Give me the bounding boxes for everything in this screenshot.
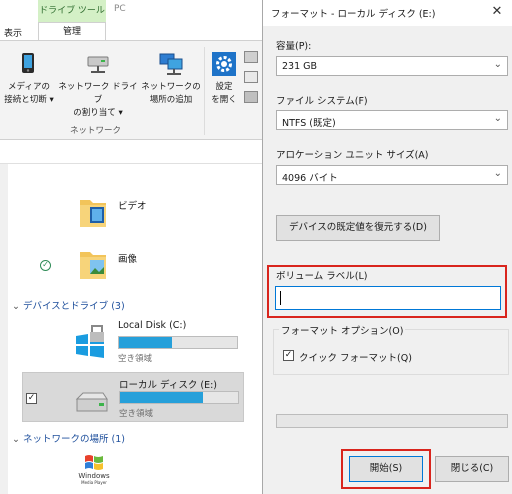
windows-drive-icon — [72, 322, 110, 362]
volume-label-label: ボリューム ラベル(L) — [276, 271, 368, 282]
format-progress-bar — [276, 414, 508, 428]
ribbon: メディアの 接続と切断 ▾ ネットワーク ドライブ の割り当て ▾ ネットワーク… — [0, 40, 262, 140]
system-properties-icon[interactable] — [244, 71, 258, 83]
network-section-label: ネットワークの場所 (1) — [22, 434, 125, 445]
filesystem-label: ファイル システム(F) — [276, 96, 368, 107]
drive-usage-fill-e — [120, 392, 203, 403]
tab-manage[interactable]: 管理 — [38, 22, 106, 41]
pictures-folder-icon — [78, 246, 108, 279]
chevron-down-icon: ⌄ — [493, 59, 502, 70]
volume-label-input[interactable] — [275, 286, 501, 310]
drive-usage-bar-c — [118, 336, 238, 349]
media-player-logo-line1: Windows — [78, 472, 110, 480]
start-button[interactable]: 開始(S) — [349, 456, 423, 482]
drive-select-checkbox[interactable]: ✓ — [26, 393, 37, 404]
open-settings-label: 設定 を開く — [211, 82, 237, 105]
allocation-value: 4096 バイト — [282, 173, 338, 184]
dialog-title: フォーマット - ローカル ディスク (E:) — [271, 9, 436, 20]
map-network-drive-button[interactable]: ネットワーク ドライブ の割り当て ▾ — [56, 51, 140, 120]
hard-drive-icon — [73, 387, 111, 417]
drive-usage-bar-e — [119, 391, 239, 404]
format-options-title: フォーマット オプション(O) — [279, 323, 406, 337]
drive-item-c[interactable]: Local Disk (C:) 空き領域 — [22, 318, 244, 368]
text-caret — [280, 291, 281, 305]
capacity-label: 容量(P): — [276, 41, 312, 52]
add-network-location-button[interactable]: ネットワークの 場所の追加 — [138, 51, 204, 107]
drive-free-label-e: 空き領域 — [119, 409, 154, 419]
dialog-titlebar: フォーマット - ローカル ディスク (E:) ✕ — [263, 0, 512, 26]
chevron-down-icon: ⌄ — [12, 434, 20, 445]
chevron-down-icon: ⌄ — [493, 113, 502, 124]
tab-view[interactable]: 表示 — [4, 26, 22, 39]
folder-name-pictures[interactable]: 画像 — [118, 251, 137, 265]
drive-name-e: ローカル ディスク (E:) — [119, 380, 217, 391]
manage-icon[interactable] — [244, 91, 258, 103]
video-folder-icon — [78, 194, 108, 227]
media-player-item[interactable]: Windows Media Player — [74, 452, 114, 492]
drive-item-e[interactable]: ✓ ローカル ディスク (E:) 空き領域 — [22, 372, 244, 422]
open-settings-button[interactable]: 設定 を開く — [206, 51, 242, 107]
navigation-pane — [0, 164, 8, 494]
add-network-location-label: ネットワークの 場所の追加 — [141, 82, 201, 105]
folder-name-video[interactable]: ビデオ — [118, 198, 147, 212]
restore-defaults-button[interactable]: デバイスの既定値を復元する(D) — [276, 215, 440, 241]
media-device-icon — [16, 51, 42, 77]
address-bar[interactable] — [0, 140, 262, 164]
ribbon-group-label: ネットワーク — [70, 126, 122, 136]
network-location-icon — [158, 51, 184, 77]
drive-tools-context-tab[interactable]: ドライブ ツール — [38, 0, 106, 22]
ribbon-separator — [204, 47, 205, 135]
chevron-down-icon: ⌄ — [493, 168, 502, 179]
devices-section-label: デバイスとドライブ (3) — [22, 301, 125, 312]
network-drive-icon — [85, 51, 111, 77]
close-button[interactable]: 閉じる(C) — [435, 456, 509, 482]
filesystem-value: NTFS (既定) — [282, 118, 336, 129]
network-section-header[interactable]: ⌄ ネットワークの場所 (1) — [12, 431, 125, 445]
quick-format-label: クイック フォーマット(Q) — [299, 353, 412, 364]
tab-pc[interactable]: PC — [114, 4, 126, 14]
chevron-down-icon: ⌄ — [12, 301, 20, 312]
ribbon-tab-row: ドライブ ツール PC 表示 管理 — [0, 0, 262, 41]
file-explorer-window: ドライブ ツール PC 表示 管理 メディアの 接続と切断 ▾ ネットワーク ド… — [0, 0, 262, 494]
format-dialog: フォーマット - ローカル ディスク (E:) ✕ 容量(P): 231 GB … — [262, 0, 512, 494]
capacity-value: 231 GB — [282, 61, 318, 72]
capacity-dropdown[interactable]: 231 GB ⌄ — [276, 56, 508, 76]
uninstall-icon[interactable] — [244, 51, 258, 63]
drive-free-label-c: 空き領域 — [118, 354, 153, 364]
media-player-logo-line2: Media Player — [81, 480, 107, 485]
filesystem-dropdown[interactable]: NTFS (既定) ⌄ — [276, 110, 508, 130]
map-network-drive-label: ネットワーク ドライブ の割り当て ▾ — [58, 82, 138, 118]
close-icon[interactable]: ✕ — [487, 2, 507, 22]
windows-logo-icon — [83, 452, 105, 472]
gear-icon — [211, 51, 237, 77]
media-connect-button[interactable]: メディアの 接続と切断 ▾ — [0, 51, 58, 107]
devices-section-header[interactable]: ⌄ デバイスとドライブ (3) — [12, 298, 125, 312]
drive-usage-fill-c — [119, 337, 173, 348]
allocation-label: アロケーション ユニット サイズ(A) — [276, 150, 429, 161]
media-connect-label: メディアの 接続と切断 ▾ — [4, 82, 54, 105]
quick-format-checkbox[interactable]: ✓ — [283, 350, 294, 361]
drive-name-c: Local Disk (C:) — [118, 320, 187, 331]
allocation-dropdown[interactable]: 4096 バイト ⌄ — [276, 165, 508, 185]
sync-status-icon: ✓ — [40, 260, 51, 271]
